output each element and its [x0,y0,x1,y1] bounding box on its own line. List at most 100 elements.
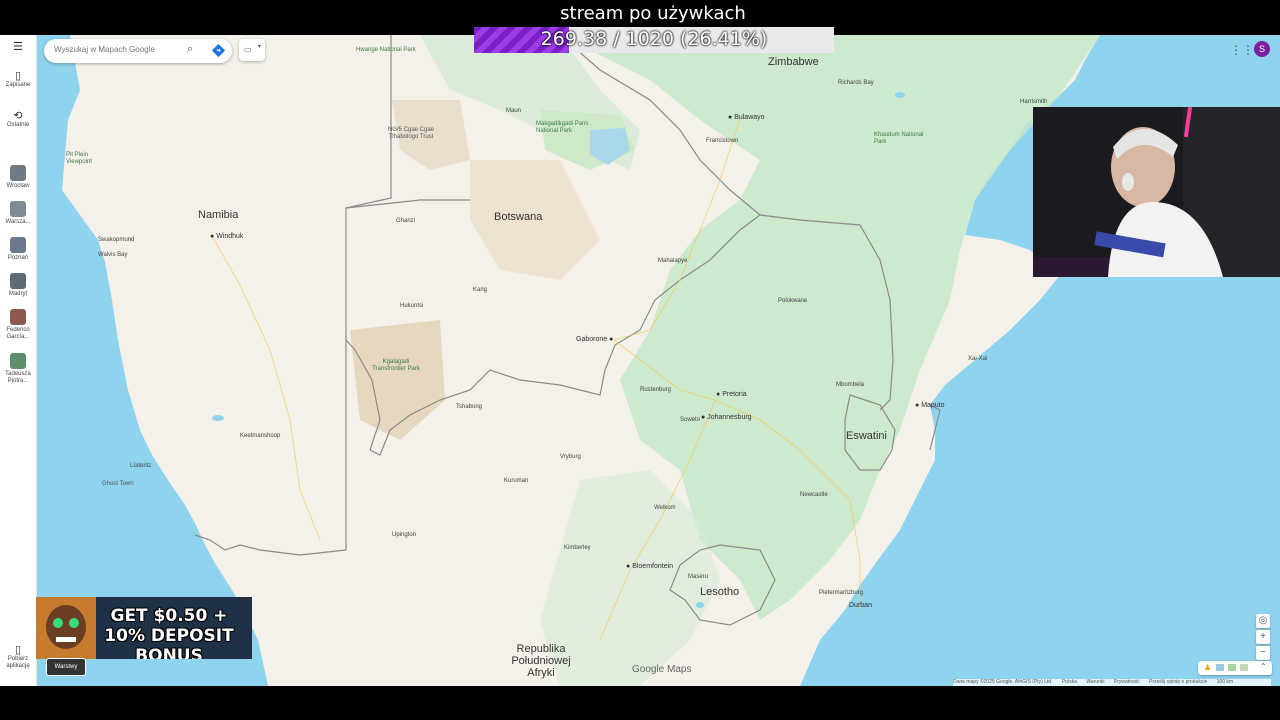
rail-place-tadeusza[interactable]: Tadeusza Piotra... [0,353,36,385]
webcam-image [1033,107,1280,277]
country-label-zimbabwe: Zimbabwe [768,56,819,68]
search-box: ⌕ [44,39,232,63]
bookmark-icon: ▯ [14,70,22,82]
city-ghanzi[interactable]: Ghanzi [396,218,415,224]
country-label-south-africa: Republika Południowej Afryki [511,643,571,679]
city-polokwane[interactable]: Polokwane [778,298,807,304]
city-bloemfontein[interactable]: ● Bloemfontein [626,563,673,570]
terrain-thumb-icon[interactable] [1228,664,1236,671]
webcam-overlay [1033,107,1280,277]
imagery-thumb-icon[interactable] [1216,664,1224,671]
city-maseru[interactable]: Maseru [688,574,708,580]
history-icon: ⟲ [13,110,23,122]
rail-place-madryt[interactable]: Madryt [0,273,36,298]
city-maun[interactable]: Maun [506,108,521,114]
search-icon[interactable]: ⌕ [187,43,193,56]
park-makgadikgadi[interactable]: Makgadikgadi Pans National Park [536,121,596,135]
traffic-thumb-icon[interactable] [1240,664,1248,671]
google-maps-attribution: Google Maps [632,664,692,675]
city-newcastle[interactable]: Newcastle [800,492,828,498]
city-rustenburg[interactable]: Rustenburg [640,387,671,393]
city-hukuntsi[interactable]: Hukuntsi [400,303,423,309]
rail-saved[interactable]: ▯ Zapisane [0,70,36,89]
avatar[interactable]: S [1254,41,1270,57]
stream-title: stream po używkach [560,3,746,24]
city-soweto[interactable]: Soweto [680,417,700,423]
rail-place-poznan[interactable]: Poznań [0,237,36,262]
city-francistown[interactable]: Francistown [706,138,738,144]
city-tshabong[interactable]: Tshabong [456,404,482,410]
city-masvingo[interactable]: Richards Bay [838,80,874,86]
layers-button[interactable]: Warstwy [46,658,86,676]
park-save-valley[interactable]: Khaudum National Park [874,132,924,146]
city-kuruman[interactable]: Kuruman [504,478,528,484]
city-vryburg[interactable]: Vryburg [560,454,581,460]
footer-terms[interactable]: Warunki [1086,679,1104,685]
zoom-in-button[interactable]: + [1256,630,1270,644]
place-thumbnail [10,201,26,217]
park-pit-plein[interactable]: Pit Plein Viewpoint [66,152,102,166]
country-label-namibia: Namibia [198,209,239,221]
pegman-icon[interactable]: ♟ [1204,663,1211,672]
directions-icon[interactable] [212,44,225,57]
place-thumbnail [10,237,26,253]
city-xai-xai[interactable]: Xai-Xai [968,356,987,362]
rail-place-federico[interactable]: Federico García... [0,309,36,341]
zoom-out-button[interactable]: − [1256,646,1270,660]
city-beira[interactable]: Harrismith [1020,99,1047,105]
rail-place-wroclaw[interactable]: Wrocław [0,165,36,190]
pegman-and-imagery-controls[interactable]: ♟ ⌃ [1198,661,1272,675]
city-upington[interactable]: Upington [392,532,416,538]
footer-scale: 100 km [1216,679,1234,685]
city-pretoria[interactable]: ● Pretoria [716,391,747,398]
promo-banner[interactable]: GET $0.50 + 10% DEPOSIT BONUS [36,597,252,659]
city-luderitz[interactable]: Lüderitz [130,463,151,469]
hamburger-menu-icon: ☰ [13,41,23,53]
place-thumbnail [10,165,26,181]
footer-data-credit: Dane mapy ©2025 Google, AfriGIS (Pty) Lt… [953,679,1053,685]
footer-feedback[interactable]: Prześlij opinię o produkcie [1149,679,1207,685]
city-johannesburg[interactable]: ● Johannesburg [701,414,752,421]
country-label-eswatini: Eswatini [846,430,887,442]
city-walvis-bay[interactable]: Walvis Bay [98,252,127,258]
footer-country[interactable]: Polska [1062,679,1077,685]
stream-bottom-bar [0,686,1280,720]
place-thumbnail [10,353,26,369]
park-kgalagadi[interactable]: Kgalagadi Transfrontier Park [366,359,426,373]
chip-icon: ▭ [244,45,252,54]
city-pietermaritzburg[interactable]: Pietermaritzburg [819,590,863,596]
mascot-icon [36,597,96,659]
city-maputo[interactable]: ● Maputo [915,402,945,409]
phone-icon: ▯ [14,644,22,656]
footer-privacy[interactable]: Prywatność [1114,679,1140,685]
city-gaborone[interactable]: Gaborone ● [576,336,613,343]
city-mbombela[interactable]: Mbombela [836,382,864,388]
park-hwange[interactable]: Hwange National Park [356,47,416,54]
expand-up-icon[interactable]: ⌃ [1260,662,1267,671]
city-kimberley[interactable]: Kimberley [564,545,591,551]
city-windhuk[interactable]: ● Windhuk [210,233,243,240]
city-mahalapye[interactable]: Mahalapye [658,258,687,264]
country-label-lesotho: Lesotho [700,586,740,598]
place-thumbnail [10,309,26,325]
city-swakopmund[interactable]: Swakopmund [98,237,134,243]
promo-text: GET $0.50 + 10% DEPOSIT BONUS [104,606,234,659]
city-bulawayo[interactable]: ● Bulawayo [728,114,765,121]
rail-recent[interactable]: ⟲ Ostatnie [0,110,36,129]
category-chip[interactable]: ▭ ▾ [239,39,265,61]
rail-get-app[interactable]: ▯ Pobierz aplikację [0,644,36,670]
country-label-botswana: Botswana [494,211,543,223]
map-footer: Dane mapy ©2025 Google, AfriGIS (Pty) Lt… [953,679,1271,686]
menu-button[interactable]: ☰ [0,41,36,53]
progress-text: 269.38 / 1020 (26.41%) [540,28,768,50]
city-welkom[interactable]: Welkom [654,505,676,511]
city-keetmanshoop[interactable]: Keetmanshoop [240,433,280,439]
park-ng5-trust[interactable]: NG/5 Cgae Cgae Tlhabologo Trust [386,127,436,141]
my-location-icon[interactable]: ◎ [1256,614,1270,628]
city-durban[interactable]: Durban [849,602,872,609]
rail-place-warszawa[interactable]: Warsza... [0,201,36,226]
place-thumbnail [10,273,26,289]
park-ghost-town[interactable]: Ghost Town [102,481,134,487]
city-kang[interactable]: Kang [473,287,487,293]
search-input[interactable] [54,45,174,54]
